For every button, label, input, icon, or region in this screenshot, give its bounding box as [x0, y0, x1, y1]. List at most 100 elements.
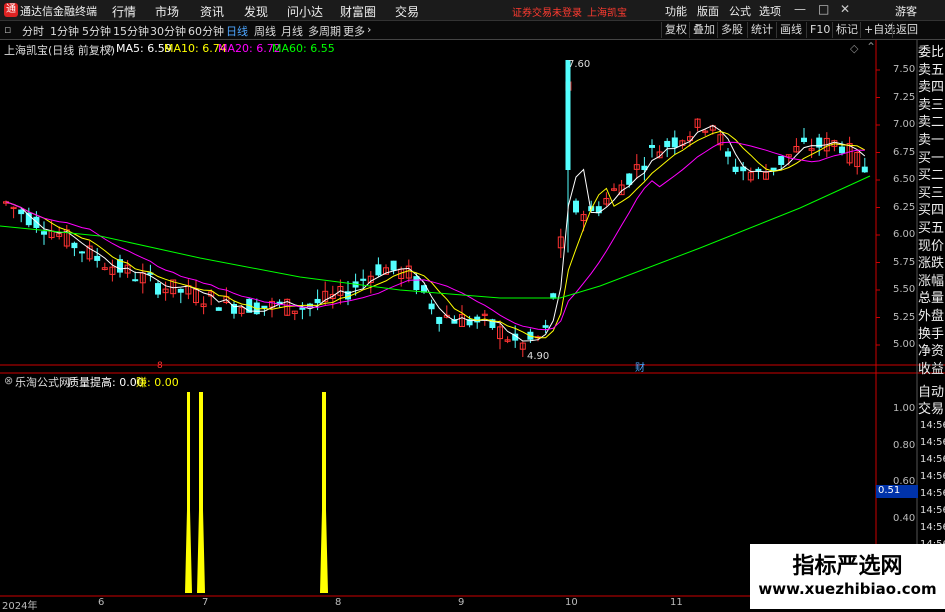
- price-tick: 7.25: [893, 91, 916, 103]
- restore-icon[interactable]: □: [818, 2, 829, 16]
- quote-field-label[interactable]: 委比: [918, 45, 945, 61]
- trade-time: 14:56: [920, 488, 945, 499]
- moving-averages: [0, 124, 871, 342]
- quote-field-label[interactable]: 涨幅: [918, 274, 945, 290]
- finance-marker[interactable]: 财: [635, 359, 645, 374]
- quote-field-label[interactable]: 卖二: [918, 115, 945, 131]
- mark-button[interactable]: 标记: [832, 22, 861, 38]
- period-week[interactable]: 周线: [254, 23, 276, 39]
- period-30min[interactable]: 30分钟: [150, 23, 186, 39]
- auto-trade-label[interactable]: 自动: [918, 385, 945, 401]
- quote-field-label[interactable]: 涨跌: [918, 256, 945, 272]
- candle-body: [41, 231, 47, 235]
- period-tick[interactable]: 分时: [22, 23, 44, 39]
- overlay-button[interactable]: 叠加: [689, 22, 718, 38]
- menu-trade[interactable]: 交易: [395, 3, 419, 20]
- menu-options[interactable]: 选项: [759, 3, 781, 19]
- quote-field-label[interactable]: 卖五: [918, 63, 945, 79]
- menu-ask[interactable]: 问小达: [287, 3, 323, 20]
- login-warning[interactable]: 证券交易未登录: [512, 4, 582, 19]
- candlesticks[interactable]: [3, 60, 868, 357]
- quote-field-label[interactable]: 外盘: [918, 309, 945, 325]
- high-price-label: 7.60: [568, 59, 591, 70]
- adjust-button[interactable]: 复权: [661, 22, 690, 38]
- menu-formula[interactable]: 公式: [729, 3, 751, 19]
- period-day[interactable]: 日线: [226, 23, 248, 39]
- indicator-current-value: 0.51: [876, 485, 918, 498]
- f10-button[interactable]: F10: [806, 22, 833, 38]
- trade-time: 14:56: [920, 454, 945, 465]
- ma60-line: [0, 175, 871, 299]
- quote-field-label[interactable]: 总量: [918, 291, 945, 307]
- quote-field-label[interactable]: 卖一: [918, 133, 945, 149]
- period-more[interactable]: 更多: [343, 23, 365, 39]
- multi-stock-button[interactable]: 多股: [717, 22, 746, 38]
- quote-field-label[interactable]: 现价: [918, 239, 945, 255]
- panel-toggle-icon[interactable]: ▫: [4, 23, 11, 36]
- candle-body: [801, 137, 807, 143]
- date-label: 6: [98, 597, 105, 608]
- indicator-name[interactable]: 乐淘公式网: [15, 374, 70, 390]
- candle-body: [839, 146, 845, 154]
- price-tick: 5.25: [893, 311, 916, 323]
- close-icon[interactable]: ✕: [840, 2, 850, 16]
- menu-discover[interactable]: 发现: [244, 3, 268, 20]
- candle-body: [641, 165, 648, 171]
- price-tick: 6.25: [893, 201, 916, 213]
- quote-field-label[interactable]: 换手: [918, 327, 945, 343]
- quote-field-label[interactable]: 买三: [918, 186, 945, 202]
- period-toolbar: ▫ 分时 1分钟 5分钟 15分钟 30分钟 60分钟 日线 周线 月线 多周期…: [0, 21, 945, 40]
- period-5min[interactable]: 5分钟: [82, 23, 111, 39]
- back-button[interactable]: 返回: [892, 22, 921, 38]
- candle-body: [565, 60, 571, 170]
- grid-lines: [0, 40, 945, 597]
- quote-field-label[interactable]: 买五: [918, 221, 945, 237]
- event-marker[interactable]: 8: [157, 361, 163, 371]
- minimize-icon[interactable]: —: [794, 2, 806, 16]
- candle-body: [390, 260, 397, 271]
- quote-field-label[interactable]: 卖三: [918, 98, 945, 114]
- stats-button[interactable]: 统计: [747, 22, 776, 38]
- menu-layout[interactable]: 版面: [697, 3, 719, 19]
- price-tick: 5.00: [893, 339, 916, 350]
- date-label: 7: [202, 597, 209, 608]
- trade-time: 14:56: [920, 420, 945, 431]
- quote-field-label[interactable]: 买四: [918, 203, 945, 219]
- indicator-value: 质量提高: 0.00: [68, 376, 144, 389]
- quote-field-label[interactable]: 卖四: [918, 80, 945, 96]
- menu-quotes[interactable]: 行情: [112, 3, 136, 20]
- candle-body: [360, 278, 367, 281]
- quote-field-label[interactable]: 收益: [918, 362, 945, 378]
- period-multi[interactable]: 多周期: [308, 23, 341, 39]
- user-label[interactable]: 游客: [895, 3, 917, 19]
- menu-market[interactable]: 市场: [155, 3, 179, 20]
- quote-field-label[interactable]: 买一: [918, 151, 945, 167]
- date-label: 11: [670, 597, 683, 608]
- draw-button[interactable]: 画线: [776, 22, 805, 38]
- menu-wealth[interactable]: 财富圈: [340, 3, 376, 20]
- menu-function[interactable]: 功能: [665, 3, 687, 19]
- auto-trade-label[interactable]: 交易: [918, 402, 945, 418]
- period-1min[interactable]: 1分钟: [50, 23, 79, 39]
- date-label: 10: [565, 597, 578, 608]
- candle-body: [375, 264, 382, 276]
- quote-field-label[interactable]: 买二: [918, 168, 945, 184]
- low-price-label: 4.90: [527, 351, 550, 362]
- trade-time: 14:56: [920, 471, 945, 482]
- trade-time: 14:56: [920, 522, 945, 533]
- candle-body: [542, 325, 549, 328]
- period-15min[interactable]: 15分钟: [113, 23, 149, 39]
- candle-body: [770, 167, 777, 171]
- more-chevron-icon[interactable]: ›: [367, 23, 371, 36]
- quote-field-label[interactable]: 净资: [918, 344, 945, 360]
- indicator-toggle-icon[interactable]: ⊗: [4, 374, 13, 387]
- signal-bar: [197, 392, 205, 593]
- candle-body: [671, 137, 678, 148]
- period-60min[interactable]: 60分钟: [188, 23, 224, 39]
- indicator-value-2: 赚: 0.00: [136, 376, 179, 389]
- watermark-banner: 指标严选网 www.xuezhibiao.com: [750, 544, 945, 609]
- menu-news[interactable]: 资讯: [200, 3, 224, 20]
- period-month[interactable]: 月线: [281, 23, 303, 39]
- candle-body: [79, 251, 85, 254]
- candle-body: [261, 305, 268, 309]
